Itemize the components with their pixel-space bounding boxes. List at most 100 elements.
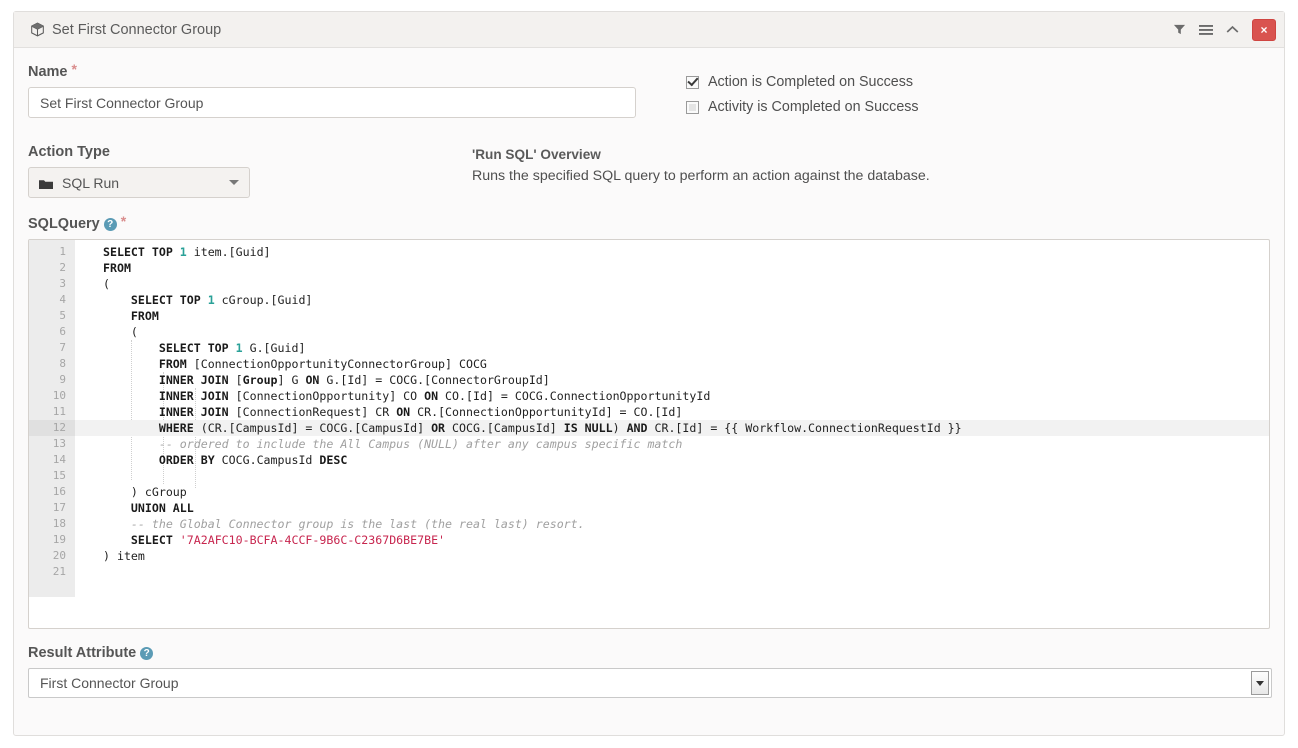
code-line[interactable]: 15 <box>29 468 1269 484</box>
code-line[interactable]: 16 ) cGroup <box>29 484 1269 500</box>
code-line[interactable]: 5 FROM <box>29 308 1269 324</box>
name-input[interactable] <box>28 87 636 118</box>
panel-header: Set First Connector Group × <box>14 12 1284 48</box>
filter-icon[interactable] <box>1173 23 1186 36</box>
code-token: 1 <box>236 341 243 355</box>
line-number: 20 <box>29 548 75 564</box>
checkbox-row-action-completed[interactable]: Action is Completed on Success <box>686 74 919 90</box>
success-options: Action is Completed on Success Activity … <box>664 64 919 124</box>
line-number: 2 <box>29 260 75 276</box>
code-line[interactable]: 17 UNION ALL <box>29 500 1269 516</box>
code-line[interactable]: 13 -- ordered to include the All Campus … <box>29 436 1269 452</box>
top-row: Name * Action is Completed on Success Ac… <box>28 64 1270 124</box>
code-line[interactable]: 10 INNER JOIN [ConnectionOpportunity] CO… <box>29 388 1269 404</box>
line-number: 6 <box>29 324 75 340</box>
code-token: ORDER BY <box>159 453 215 467</box>
sql-query-label: SQLQuery ? * <box>28 216 1270 232</box>
code-token: [ConnectionOpportunity] CO <box>229 389 424 403</box>
line-number: 13 <box>29 436 75 452</box>
code-token: -- the Global Connector group is the las… <box>103 517 585 531</box>
overview-title: 'Run SQL' Overview <box>472 147 930 162</box>
line-number: 3 <box>29 276 75 292</box>
code-line[interactable]: 9 INNER JOIN [Group] G ON G.[Id] = COCG.… <box>29 372 1269 388</box>
line-number: 16 <box>29 484 75 500</box>
code-token <box>103 293 131 307</box>
chevron-down-icon[interactable] <box>1251 671 1269 695</box>
line-number: 18 <box>29 516 75 532</box>
code-text: ( <box>75 276 1269 292</box>
code-token <box>103 373 159 387</box>
code-line[interactable]: 20 ) item <box>29 548 1269 564</box>
line-number: 9 <box>29 372 75 388</box>
code-token: IS NULL <box>564 421 613 435</box>
code-token <box>103 533 131 547</box>
overview-text: Runs the specified SQL query to perform … <box>472 168 930 184</box>
code-line[interactable]: 12 WHERE (CR.[CampusId] = COCG.[CampusId… <box>29 420 1269 436</box>
code-line[interactable]: 11 INNER JOIN [ConnectionRequest] CR ON … <box>29 404 1269 420</box>
code-text: FROM <box>75 308 1269 324</box>
code-token <box>173 533 180 547</box>
code-token: -- ordered to include the All Campus (NU… <box>103 437 682 451</box>
required-asterisk: * <box>72 62 77 76</box>
action-panel: Set First Connector Group × N <box>13 11 1285 736</box>
code-text: FROM <box>75 260 1269 276</box>
sql-code-editor[interactable]: 1SELECT TOP 1 item.[Guid]2FROM3(4 SELECT… <box>28 239 1270 629</box>
code-text <box>75 564 1269 580</box>
name-label: Name * <box>28 64 664 80</box>
code-token <box>103 421 159 435</box>
code-line[interactable]: 19 SELECT '7A2AFC10-BCFA-4CCF-9B6C-C2367… <box>29 532 1269 548</box>
code-line[interactable]: 14 ORDER BY COCG.CampusId DESC <box>29 452 1269 468</box>
code-line[interactable]: 6 ( <box>29 324 1269 340</box>
required-asterisk: * <box>121 214 126 228</box>
activity-completed-checkbox[interactable] <box>686 101 699 114</box>
close-button[interactable]: × <box>1252 19 1276 41</box>
checkbox-row-activity-completed[interactable]: Activity is Completed on Success <box>686 99 919 115</box>
code-token: SELECT TOP <box>103 245 180 259</box>
code-token: SELECT TOP <box>131 293 208 307</box>
code-token: CO.[Id] = COCG.ConnectionOpportunityId <box>438 389 710 403</box>
code-token: G.[Guid] <box>243 341 306 355</box>
action-type-select[interactable]: SQL Run <box>28 167 250 198</box>
code-line[interactable]: 21 <box>29 564 1269 580</box>
result-attribute-label-text: Result Attribute <box>28 645 136 661</box>
code-token: '7A2AFC10-BCFA-4CCF-9B6C-C2367D6BE7BE' <box>180 533 445 547</box>
line-number: 19 <box>29 532 75 548</box>
code-line[interactable]: 4 SELECT TOP 1 cGroup.[Guid] <box>29 292 1269 308</box>
code-token <box>103 405 159 419</box>
result-attribute-section: Result Attribute ? First Connector Group <box>28 645 1270 698</box>
activity-completed-label: Activity is Completed on Success <box>708 99 919 115</box>
code-line[interactable]: 7 SELECT TOP 1 G.[Guid] <box>29 340 1269 356</box>
code-token: ) item <box>103 549 145 563</box>
code-token: G.[Id] = COCG.[ConnectorGroupId] <box>319 373 549 387</box>
panel-body: Name * Action is Completed on Success Ac… <box>14 48 1284 698</box>
code-text: INNER JOIN [Group] G ON G.[Id] = COCG.[C… <box>75 372 1269 388</box>
code-token <box>103 389 159 403</box>
code-line[interactable]: 8 FROM [ConnectionOpportunityConnectorGr… <box>29 356 1269 372</box>
code-token: WHERE <box>159 421 194 435</box>
code-token: SELECT <box>131 533 173 547</box>
sql-query-label-text: SQLQuery <box>28 216 100 232</box>
cube-icon <box>30 22 45 37</box>
hamburger-menu-icon[interactable] <box>1199 24 1213 36</box>
line-number: 7 <box>29 340 75 356</box>
line-number: 17 <box>29 500 75 516</box>
help-icon[interactable]: ? <box>104 218 117 231</box>
code-token: CR.[Id] = {{ Workflow.ConnectionRequestI… <box>648 421 962 435</box>
code-token: FROM <box>159 357 187 371</box>
code-line[interactable]: 18 -- the Global Connector group is the … <box>29 516 1269 532</box>
chevron-up-icon[interactable] <box>1226 25 1239 34</box>
line-number: 14 <box>29 452 75 468</box>
result-attribute-select[interactable]: First Connector Group <box>28 668 1272 698</box>
code-area[interactable]: 1SELECT TOP 1 item.[Guid]2FROM3(4 SELECT… <box>29 240 1269 580</box>
code-line[interactable]: 1SELECT TOP 1 item.[Guid] <box>29 244 1269 260</box>
code-token: [ConnectionRequest] CR <box>229 405 397 419</box>
code-line[interactable]: 2FROM <box>29 260 1269 276</box>
code-token: COCG.CampusId <box>215 453 320 467</box>
line-number: 4 <box>29 292 75 308</box>
code-token: INNER JOIN <box>159 405 229 419</box>
action-completed-checkbox[interactable] <box>686 76 699 89</box>
code-text: ( <box>75 324 1269 340</box>
help-icon[interactable]: ? <box>140 647 153 660</box>
code-token: cGroup.[Guid] <box>215 293 313 307</box>
code-line[interactable]: 3( <box>29 276 1269 292</box>
